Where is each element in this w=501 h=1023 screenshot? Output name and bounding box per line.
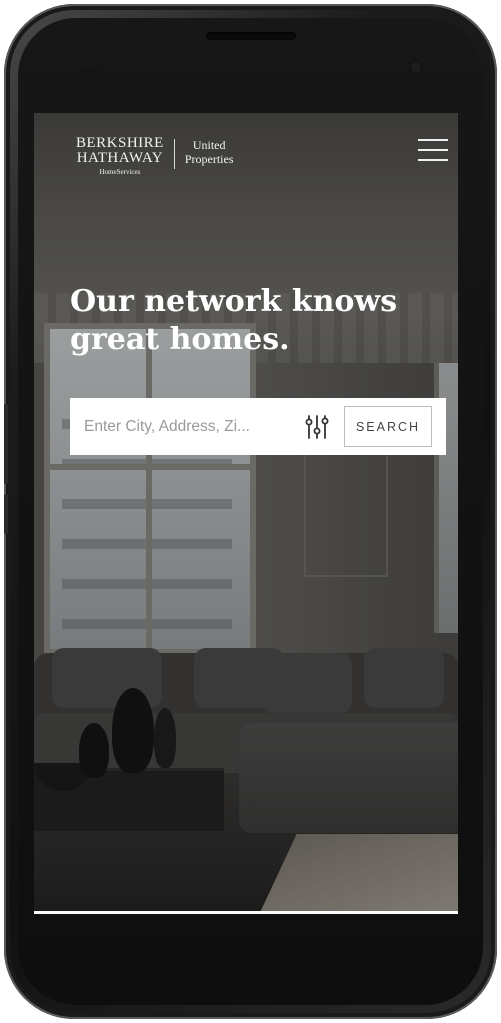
- search-button[interactable]: SEARCH: [344, 406, 432, 447]
- search-bar: SEARCH: [70, 398, 446, 455]
- logo-line-1: BERKSHIRE: [76, 135, 164, 151]
- hero-background-image: [34, 113, 458, 914]
- volume-button: [4, 404, 8, 484]
- proximity-sensor: [80, 66, 102, 74]
- hero-title-line-2: great homes.: [70, 322, 290, 357]
- front-camera: [409, 60, 423, 74]
- logo-line-3: HomeServices: [99, 168, 141, 176]
- hero-title: Our network knows great homes.: [70, 283, 450, 359]
- site-header: BERKSHIRE HATHAWAY HomeServices United P…: [34, 113, 458, 188]
- logo-divider: [173, 139, 175, 169]
- hero-title-line-1: Our network knows: [70, 284, 398, 319]
- affiliate-line-1: United: [192, 138, 226, 152]
- affiliate-line-2: Properties: [184, 151, 234, 166]
- brand-logo[interactable]: BERKSHIRE HATHAWAY HomeServices United P…: [76, 136, 234, 176]
- logo-line-2: HATHAWAY: [76, 150, 164, 166]
- affiliate-wordmark: United Properties: [184, 138, 234, 167]
- filter-sliders-icon[interactable]: [303, 413, 331, 441]
- device-screen: BERKSHIRE HATHAWAY HomeServices United P…: [34, 113, 458, 914]
- earpiece-speaker: [205, 32, 296, 40]
- search-input[interactable]: [84, 406, 289, 447]
- screen-bottom-edge: [34, 911, 458, 914]
- power-button: [4, 494, 8, 534]
- hamburger-menu-icon[interactable]: [418, 139, 448, 163]
- berkshire-hathaway-wordmark: BERKSHIRE HATHAWAY HomeServices: [76, 136, 164, 176]
